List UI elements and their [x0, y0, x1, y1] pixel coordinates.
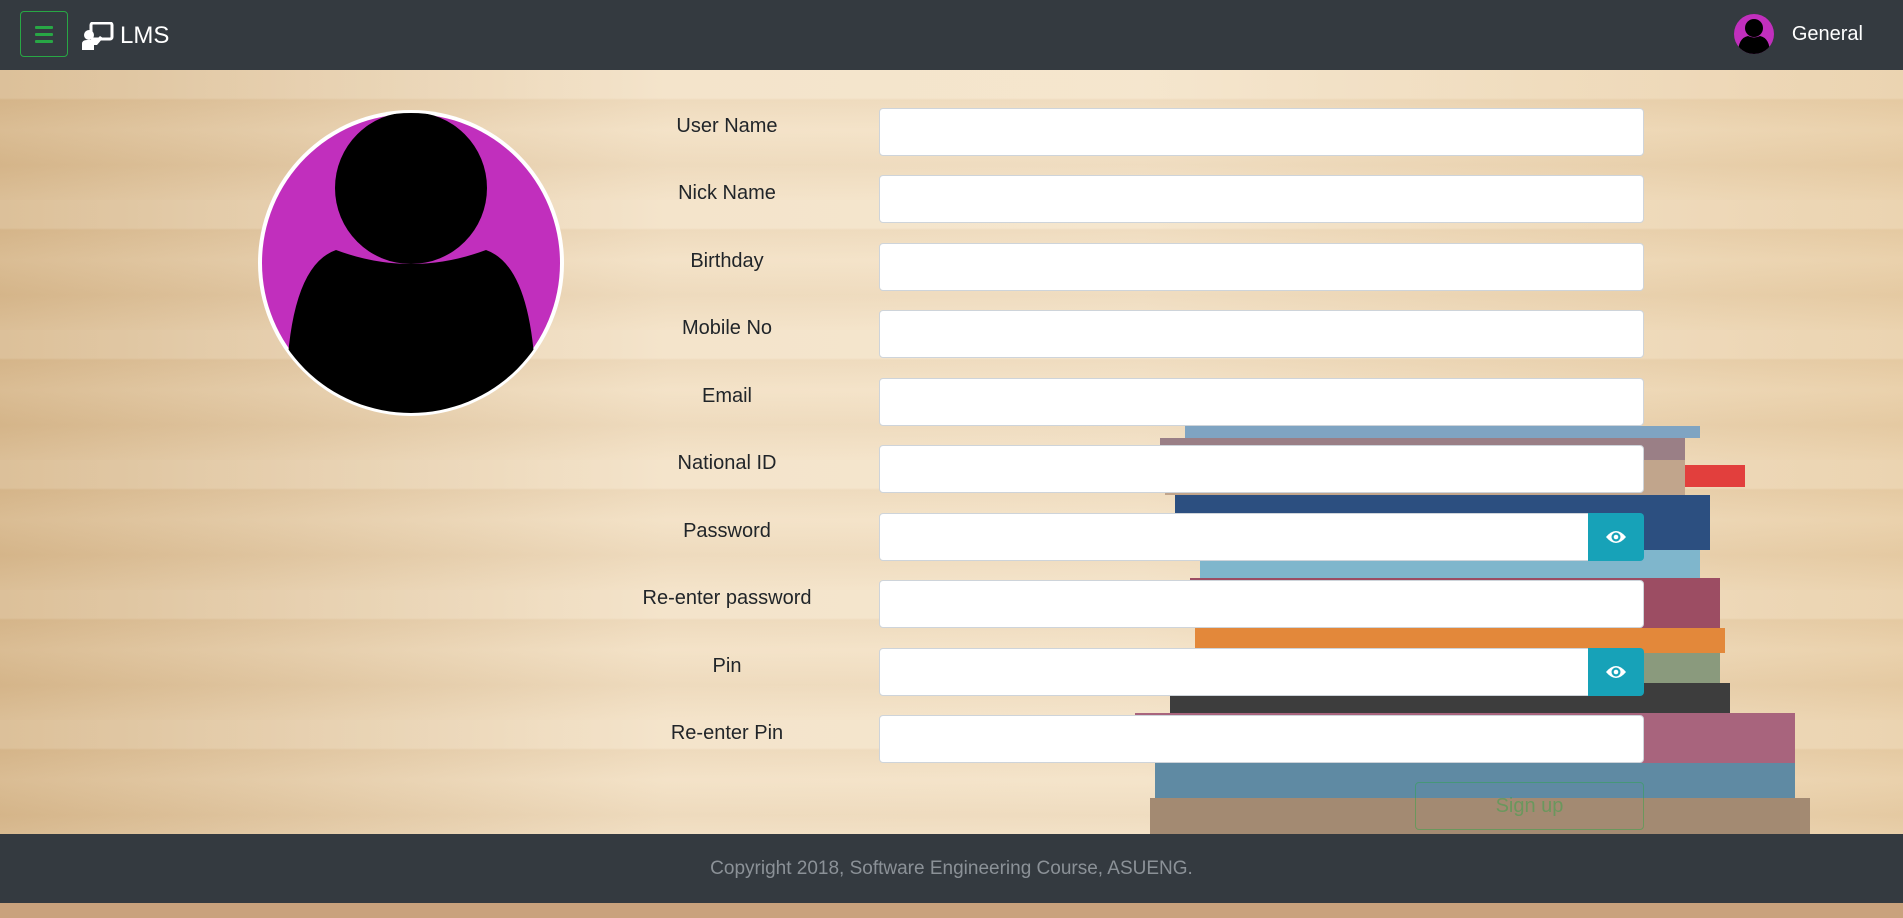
- toggle-password-visibility-button[interactable]: [1588, 513, 1644, 561]
- nick-name-label: Nick Name: [678, 182, 776, 204]
- brand-link[interactable]: LMS: [82, 20, 169, 52]
- toggle-pin-visibility-button[interactable]: [1588, 648, 1644, 696]
- eye-icon: [1606, 531, 1626, 543]
- email-input[interactable]: [879, 378, 1644, 426]
- sign-up-button[interactable]: Sign up: [1415, 782, 1644, 830]
- form-row-birthday: Birthday: [630, 243, 1644, 291]
- brand-name: LMS: [120, 22, 170, 49]
- form-row-nick-name: Nick Name: [630, 175, 1644, 223]
- re-enter-password-label: Re-enter password: [642, 587, 812, 609]
- top-navbar: LMS General: [0, 0, 1903, 70]
- user-avatar-icon: [1733, 14, 1774, 54]
- hamburger-icon: [35, 25, 53, 43]
- eye-icon: [1606, 666, 1626, 678]
- form-row-password: Password: [630, 513, 1644, 561]
- main-content: User Name Nick Name Birthday Mobile No E…: [0, 70, 1903, 834]
- menu-toggle-button[interactable]: [20, 11, 68, 57]
- form-row-user-name: User Name: [630, 108, 1644, 156]
- chalkboard-teacher-icon: [82, 22, 114, 50]
- national-id-input[interactable]: [879, 445, 1644, 493]
- form-row-re-enter-password: Re-enter password: [630, 580, 1644, 628]
- re-enter-pin-label: Re-enter Pin: [670, 722, 784, 744]
- birthday-label: Birthday: [690, 250, 764, 272]
- password-label: Password: [683, 520, 771, 542]
- form-row-mobile-no: Mobile No: [630, 310, 1644, 358]
- mobile-no-input[interactable]: [879, 310, 1644, 358]
- national-id-label: National ID: [677, 452, 777, 474]
- form-row-pin: Pin: [630, 648, 1644, 696]
- background-strip: [0, 903, 1903, 918]
- mobile-no-label: Mobile No: [681, 317, 773, 339]
- form-row-email: Email: [630, 378, 1644, 426]
- copyright-text: Copyright 2018, Software Engineering Cou…: [710, 857, 1193, 879]
- pin-label: Pin: [712, 655, 742, 677]
- birthday-input[interactable]: [879, 243, 1644, 291]
- user-name: General: [1791, 22, 1863, 45]
- password-input[interactable]: [879, 513, 1590, 561]
- user-name-input[interactable]: [879, 108, 1644, 156]
- re-enter-pin-input[interactable]: [879, 715, 1644, 763]
- profile-avatar[interactable]: [256, 108, 566, 418]
- user-menu[interactable]: General: [1733, 14, 1863, 54]
- footer: Copyright 2018, Software Engineering Cou…: [0, 834, 1903, 903]
- user-name-label: User Name: [676, 115, 778, 137]
- email-label: Email: [701, 385, 752, 407]
- form-row-national-id: National ID: [630, 445, 1644, 493]
- pin-input[interactable]: [879, 648, 1590, 696]
- re-enter-password-input[interactable]: [879, 580, 1644, 628]
- form-row-re-enter-pin: Re-enter Pin: [630, 715, 1644, 763]
- nick-name-input[interactable]: [879, 175, 1644, 223]
